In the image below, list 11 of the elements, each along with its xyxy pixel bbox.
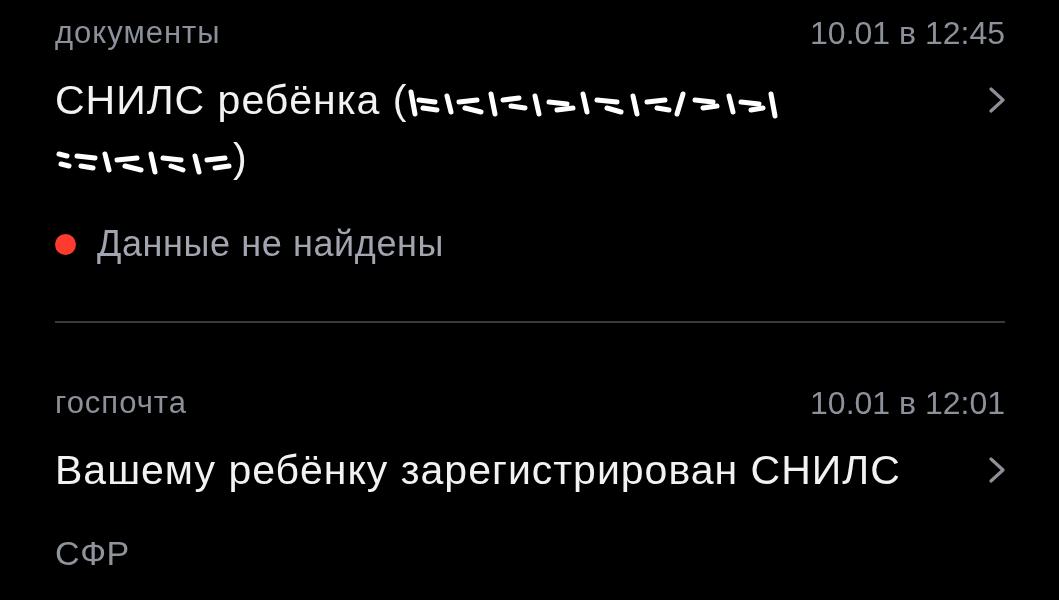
category-label: документы [55, 16, 221, 50]
message-title-end: ) [233, 134, 248, 183]
message-title[interactable]: СНИЛС ребёнка ( [55, 71, 408, 129]
status-text: Данные не найдены [97, 224, 444, 264]
chevron-right-icon [989, 457, 1005, 483]
message-title[interactable]: Вашему ребёнку зарегистрирован СНИЛС [55, 441, 901, 499]
sender-label: СФР [55, 533, 130, 573]
chevron-right-icon [989, 87, 1005, 113]
category-label: госпочта [55, 386, 187, 420]
date-label: 10.01 в 12:45 [810, 16, 1005, 50]
date-label: 10.01 в 12:01 [810, 386, 1005, 420]
